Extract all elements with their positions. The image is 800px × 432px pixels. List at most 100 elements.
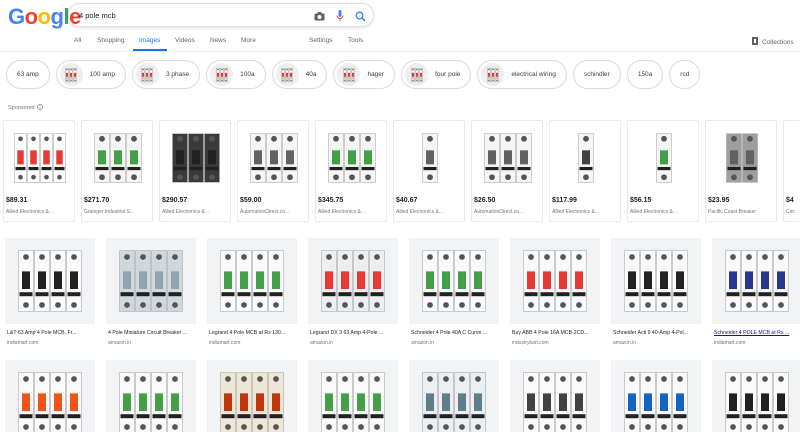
result-thumbnail[interactable] [308,238,398,324]
product-price: $4 [786,197,794,204]
chip-thumbnail [59,63,83,86]
result-source: indiamart.com [7,340,39,346]
product-merchant: Allied Electronics &... [396,209,443,215]
product-merchant: Grainger Industrial S... [84,209,135,215]
chip-3[interactable]: 100a [206,60,266,89]
chip-label: 100 amp [89,71,115,78]
result-caption[interactable]: Legrand 4 Pole MCB at Rs 130... [209,330,301,336]
tab-videos[interactable]: Videos [175,37,195,44]
search-tabs: All Shopping Images Videos News More Set… [0,30,800,52]
result-thumbnail[interactable] [308,360,398,432]
chip-label: electrical wiring [511,71,556,78]
result-caption[interactable]: Schneider 4 Pole 40A C Curve ... [411,330,503,336]
result-thumbnail[interactable] [611,238,701,324]
chip-7[interactable]: electrical wiring [477,60,567,89]
result-thumbnail[interactable] [712,238,800,324]
result-thumbnail[interactable] [409,238,499,324]
sponsored-product-card[interactable]: $271.70 Grainger Industrial S... [81,120,153,222]
result-caption[interactable]: Buy ABB 4 Pole 16A MCB-2CD... [512,330,604,336]
chip-label: four pole [435,71,461,78]
product-price: $89.31 [6,197,28,204]
product-image [632,124,696,192]
result-thumbnail[interactable] [106,238,196,324]
active-tab-indicator [133,49,167,51]
chip-2[interactable]: 3 phase [131,60,201,89]
tab-all[interactable]: All [74,37,81,44]
sponsored-product-card[interactable]: $290.57 Allied Electronics &... [159,120,231,222]
chip-4[interactable]: 40a [271,60,328,89]
product-price: $40.67 [396,197,418,204]
tab-more[interactable]: More [241,37,256,44]
sponsored-product-card[interactable]: $56.15 Allied Electronics &... [627,120,699,222]
result-thumbnail[interactable] [5,360,95,432]
tab-images[interactable]: Images [139,37,160,44]
camera-icon[interactable] [312,9,326,23]
result-source: amazon.in [310,340,334,346]
product-price: $26.50 [474,197,496,204]
related-chips: 63 amp 100 amp 3 phase 100a 40a hager four pol… [6,60,701,90]
collections-link[interactable]: Collections [752,37,794,47]
chip-label: schindler [583,71,610,78]
sponsored-product-card[interactable]: $117.99 Allied Electronics &... [549,120,621,222]
product-image [242,124,306,192]
chip-0[interactable]: 63 amp [6,60,50,89]
result-thumbnail[interactable] [106,360,196,432]
logo-letter: G [8,4,25,29]
chip-9[interactable]: 150a [626,60,664,89]
result-caption[interactable]: Schneider Acti 9 40-Amp 4-Pol... [613,330,705,336]
logo-letter: o [37,4,51,29]
search-input[interactable] [79,8,299,23]
product-merchant: Allied Electronics &... [630,209,677,215]
chip-8[interactable]: schindler [572,60,621,89]
product-merchant: Allied Electronics &... [318,209,365,215]
product-price: $345.75 [318,197,344,204]
result-thumbnail[interactable] [409,360,499,432]
sponsored-product-card[interactable]: $4 Circ [783,120,800,222]
info-icon[interactable] [36,104,43,112]
result-thumbnail[interactable] [510,238,600,324]
product-merchant: Pacific Coast Breaker [708,209,757,215]
tab-settings[interactable]: Settings [309,37,333,44]
sponsored-product-card[interactable]: $23.95 Pacific Coast Breaker [705,120,777,222]
chip-1[interactable]: 100 amp [55,60,126,89]
microphone-icon[interactable] [333,9,347,23]
sponsored-product-card[interactable]: $59.00 AutomationDirect.co... [237,120,309,222]
result-caption[interactable]: 4 Pole Miniature Circuit Breaker ... [108,330,200,336]
chip-label: 100a [240,71,255,78]
search-icon[interactable] [353,9,367,23]
result-thumbnail[interactable] [510,360,600,432]
chip-label: 63 amp [17,71,39,78]
chip-thumbnail [275,63,299,86]
chip-5[interactable]: hager [333,60,396,89]
tab-news[interactable]: News [210,37,226,44]
result-source: industrykart.com [512,340,549,346]
result-thumbnail[interactable] [5,238,95,324]
result-thumbnail[interactable] [207,360,297,432]
sponsored-product-card[interactable]: $26.50 AutomationDirect.co... [471,120,543,222]
product-image [476,124,540,192]
tab-shopping[interactable]: Shopping [97,37,124,44]
product-price: $290.57 [162,197,188,204]
product-price: $56.15 [630,197,652,204]
result-thumbnail[interactable] [611,360,701,432]
sponsored-product-card[interactable]: $345.75 Allied Electronics &... [315,120,387,222]
collections-label: Collections [762,38,794,46]
search-box[interactable] [68,3,374,27]
result-caption[interactable]: Schneider 4 POLE MCB at Rs ... [714,330,800,336]
tab-tools[interactable]: Tools [348,37,363,44]
result-source: indiamart.com [714,340,746,346]
logo-letter: o [24,4,38,29]
sponsored-product-card[interactable]: $40.67 Allied Electronics &... [393,120,465,222]
chip-6[interactable]: four pole [401,60,472,89]
chip-label: hager [367,71,385,78]
sponsored-product-card[interactable]: $89.31 Allied Electronics &... [3,120,75,222]
logo-letter: g [50,4,64,29]
result-thumbnail[interactable] [712,360,800,432]
chip-label: rcd [680,71,690,78]
chip-10[interactable]: rcd [669,60,701,89]
result-caption[interactable]: Legrand DX 3 63 Amp 4-Pole ... [310,330,402,336]
product-image [788,124,800,192]
result-thumbnail[interactable] [207,238,297,324]
result-caption[interactable]: L&T 63 Amp 4 Pole MCB, Fr... [7,330,99,336]
result-source: amazon.in [108,340,132,346]
